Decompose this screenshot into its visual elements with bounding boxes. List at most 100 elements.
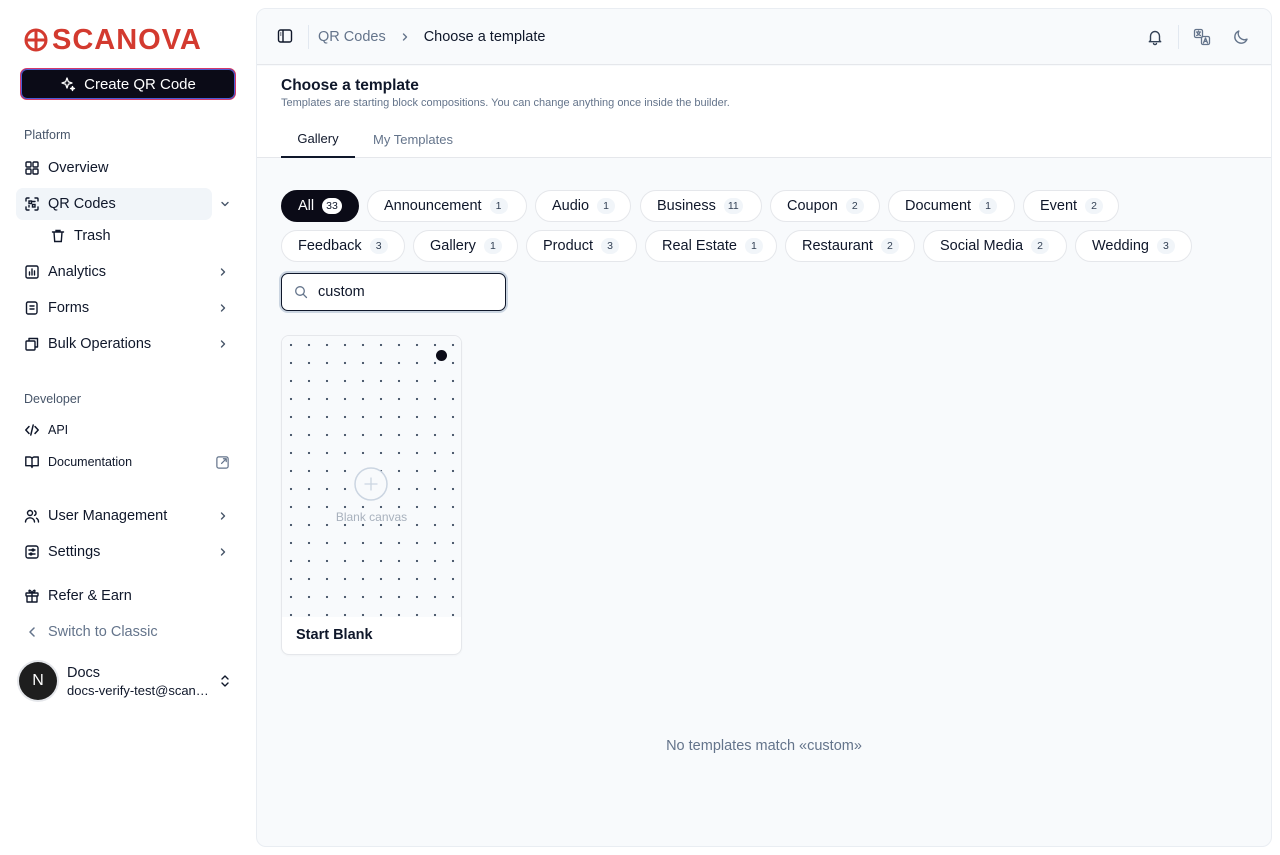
developer-section-label: Developer [24, 392, 81, 406]
chip-product[interactable]: Product 3 [526, 230, 637, 262]
chip-social-media[interactable]: Social Media 2 [923, 230, 1067, 262]
sidebar-item-switch-classic[interactable]: Switch to Classic [16, 616, 240, 648]
chip-count: 1 [597, 198, 616, 214]
grid-icon [25, 161, 39, 175]
chip-wedding[interactable]: Wedding 3 [1075, 230, 1192, 262]
layers-icon [25, 337, 39, 351]
tab-my-templates[interactable]: My Templates [363, 121, 463, 158]
chip-announcement[interactable]: Announcement 1 [367, 190, 527, 222]
chip-business[interactable]: Business 11 [640, 190, 762, 222]
sidebar-item-refer-earn[interactable]: Refer & Earn [16, 580, 240, 612]
chip-count: 3 [1156, 238, 1175, 254]
bell-icon[interactable] [1146, 28, 1164, 46]
chevrons-up-down-icon [221, 675, 229, 687]
sidebar-item-label: Trash [74, 228, 111, 244]
divider [1178, 25, 1179, 49]
chip-label: Gallery [430, 238, 476, 254]
tab-gallery[interactable]: Gallery [281, 121, 355, 158]
chip-count: 33 [322, 198, 342, 214]
sidebar-item-label: Switch to Classic [48, 624, 158, 640]
scanova-logo-icon [24, 28, 48, 52]
chevron-right-icon [220, 548, 226, 556]
chip-coupon[interactable]: Coupon 2 [770, 190, 880, 222]
chip-count: 1 [744, 238, 763, 254]
chip-label: Social Media [940, 238, 1024, 254]
chip-real-estate[interactable]: Real Estate 1 [645, 230, 777, 262]
chip-event[interactable]: Event 2 [1023, 190, 1119, 222]
brand-name: SCANOVA [52, 24, 202, 56]
sidebar-item-label: QR Codes [48, 196, 116, 212]
sidebar-item-documentation[interactable]: Documentation [16, 446, 240, 478]
users-icon [24, 509, 40, 523]
start-blank-card[interactable]: Blank canvas Start Blank [281, 335, 462, 655]
platform-section-label: Platform [24, 128, 71, 142]
chip-all[interactable]: All 33 [281, 190, 359, 222]
sparkle-icon [61, 77, 76, 92]
sidebar: SCANOVA Create QR Code Platform Overview… [0, 0, 256, 855]
sidebar-item-forms[interactable]: Forms [16, 292, 240, 324]
sidebar-item-label: User Management [48, 508, 168, 524]
book-icon [25, 456, 39, 469]
chip-gallery[interactable]: Gallery 1 [413, 230, 518, 262]
code-icon [25, 424, 39, 436]
chevron-right-icon [220, 340, 226, 348]
chip-count: 3 [369, 238, 388, 254]
sidebar-item-label: Documentation [48, 455, 133, 469]
qr-scan-icon [25, 197, 39, 211]
chip-count: 1 [483, 238, 502, 254]
selection-dot [436, 350, 447, 361]
sidebar-item-trash[interactable]: Trash [40, 220, 240, 252]
chip-restaurant[interactable]: Restaurant 2 [785, 230, 915, 262]
blank-canvas-label: Blank canvas [335, 510, 408, 524]
gift-icon [25, 589, 39, 603]
sidebar-item-qr-codes[interactable]: QR Codes [16, 188, 229, 220]
sidebar-item-api[interactable]: API [16, 414, 240, 446]
search-input[interactable] [318, 284, 498, 300]
chevron-right-icon [220, 304, 226, 312]
search-icon [295, 286, 308, 299]
template-search[interactable] [281, 273, 506, 311]
brand-logo[interactable]: SCANOVA [24, 25, 202, 55]
sidebar-toggle-icon[interactable] [277, 28, 293, 44]
bar-chart-icon [25, 265, 39, 279]
page-header: Choose a template Templates are starting… [257, 66, 1271, 158]
sidebar-item-bulk-operations[interactable]: Bulk Operations [16, 328, 240, 360]
divider [308, 25, 309, 49]
sidebar-item-label: Analytics [48, 264, 107, 280]
chip-label: Event [1040, 198, 1078, 214]
chip-label: Document [905, 198, 972, 214]
chip-count: 2 [1031, 238, 1050, 254]
chip-audio[interactable]: Audio 1 [535, 190, 631, 222]
chip-document[interactable]: Document 1 [888, 190, 1015, 222]
create-qr-code-button[interactable]: Create QR Code [20, 68, 236, 100]
top-bar: QR Codes Choose a template [257, 9, 1271, 65]
chip-count: 3 [600, 238, 619, 254]
main-content: QR Codes Choose a template Choose a temp… [256, 8, 1272, 847]
sidebar-item-overview[interactable]: Overview [16, 152, 240, 184]
chevron-down-icon[interactable] [218, 197, 232, 211]
sidebar-item-user-management[interactable]: User Management [16, 500, 240, 532]
chip-label: Coupon [787, 198, 838, 214]
breadcrumb-qr-codes[interactable]: QR Codes [318, 29, 386, 45]
language-icon[interactable] [1193, 28, 1211, 46]
chip-label: Audio [552, 198, 590, 214]
chip-label: Restaurant [802, 238, 873, 254]
page-subtitle: Templates are starting block composition… [281, 97, 730, 109]
sidebar-item-settings[interactable]: Settings [16, 536, 240, 568]
chip-count: 1 [979, 198, 998, 214]
chevron-right-icon [220, 512, 226, 520]
chip-feedback[interactable]: Feedback 3 [281, 230, 405, 262]
plus-circle-icon [354, 467, 388, 501]
create-qr-code-label: Create QR Code [84, 75, 196, 93]
chip-count: 11 [723, 198, 743, 214]
chip-label: Feedback [298, 238, 362, 254]
external-link-icon [216, 455, 229, 469]
user-email: docs-verify-test@scanova.io [67, 682, 212, 698]
moon-icon[interactable] [1232, 28, 1250, 46]
user-account-menu[interactable]: N Docs docs-verify-test@scanova.io [16, 658, 240, 704]
sidebar-item-label: Refer & Earn [48, 588, 132, 604]
chevron-left-icon [29, 627, 35, 637]
breadcrumb-current: Choose a template [423, 29, 546, 45]
sidebar-item-analytics[interactable]: Analytics [16, 256, 240, 288]
sidebar-item-label: Settings [48, 544, 101, 560]
